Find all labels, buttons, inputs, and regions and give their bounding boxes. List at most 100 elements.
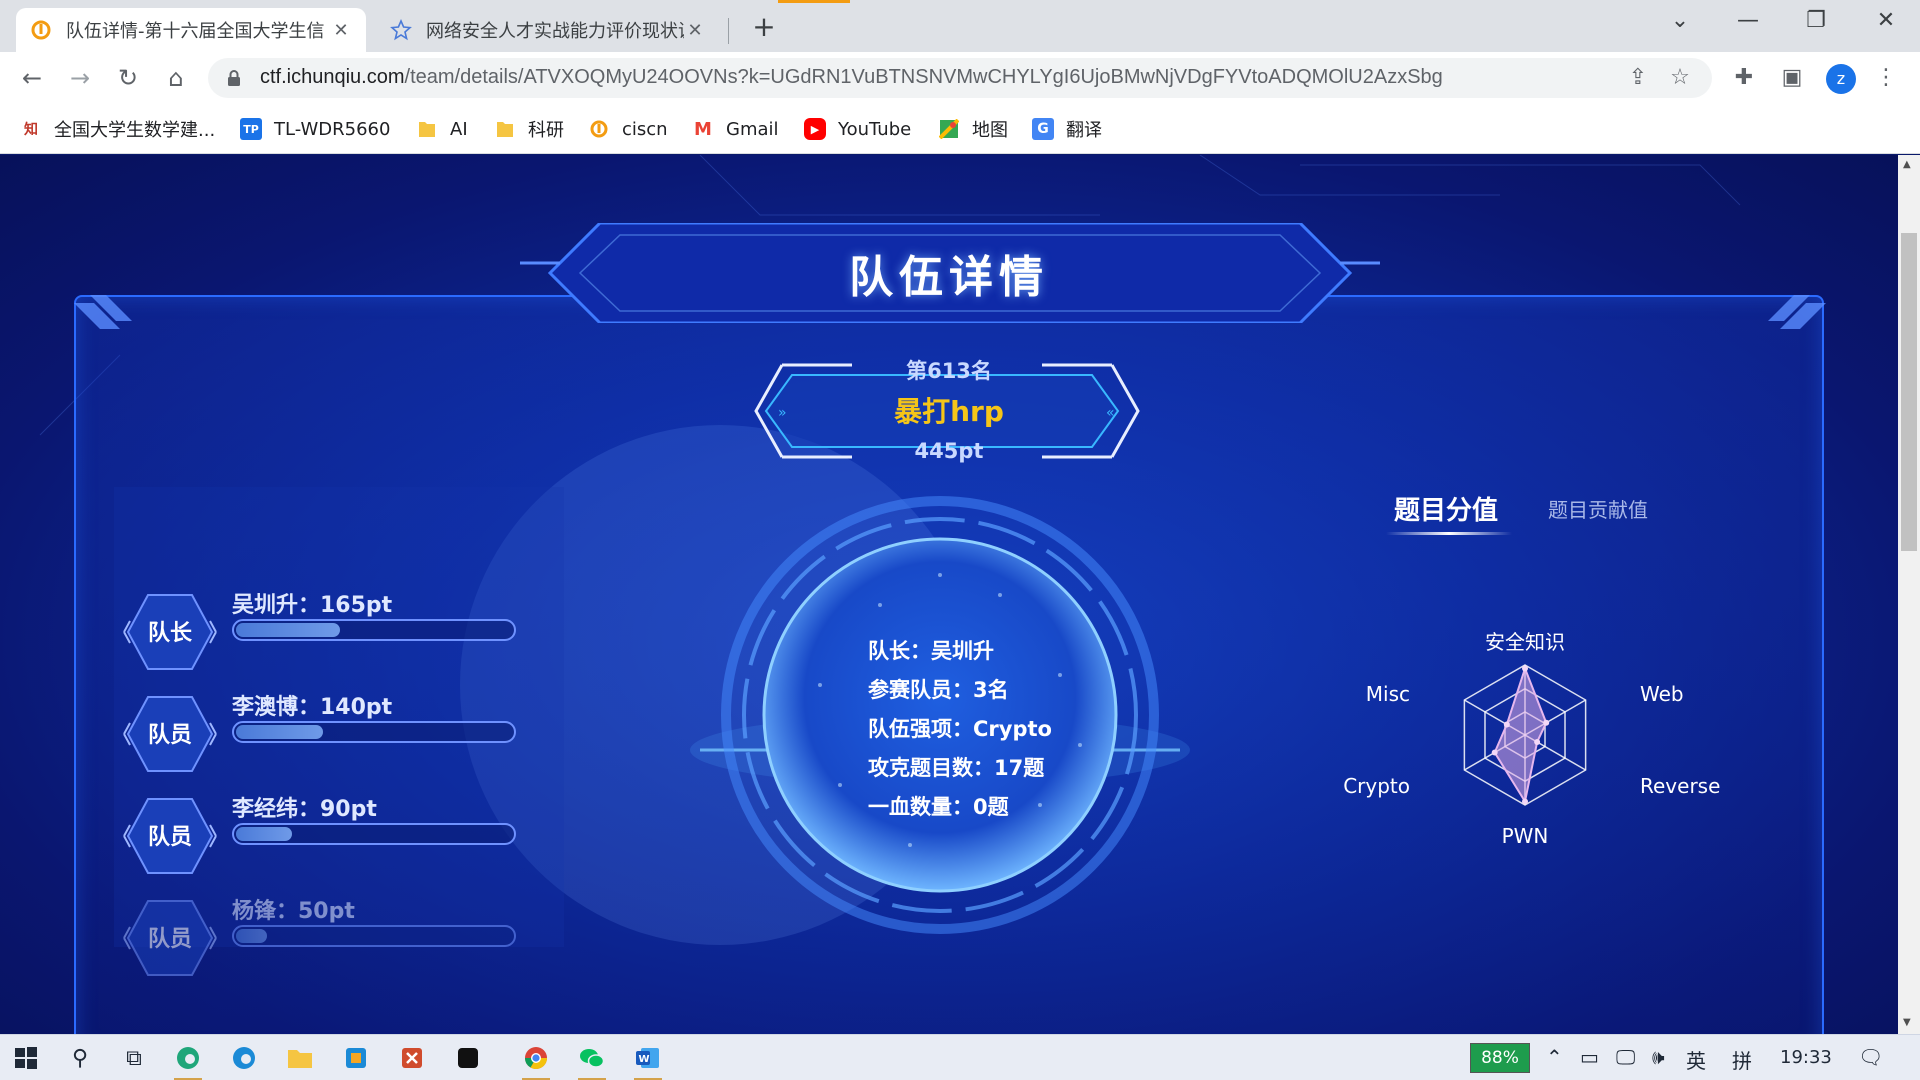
radar-axis-label: Reverse [1640,774,1720,798]
bookmark-label: TL-WDR5660 [274,118,391,140]
chevron-up-icon[interactable]: ⌃ [1546,1045,1563,1069]
bookmark-item[interactable]: 知 全国大学生数学建... [20,116,215,142]
clock[interactable]: 19:33 [1780,1047,1832,1068]
volume-icon[interactable]: 🕪 [1652,1045,1665,1069]
role-label: 队员 [147,723,192,748]
profile-avatar[interactable]: z [1826,64,1856,94]
ime-mode[interactable]: 拼 [1732,1045,1752,1074]
youtube-icon: ▶ [804,118,826,140]
radar-area [1493,665,1548,805]
battery-indicator[interactable]: 88% [1470,1043,1530,1073]
typora-icon[interactable] [450,1041,486,1075]
ichunqiu-icon [588,118,610,140]
scrollbar-thumb[interactable] [1901,233,1917,551]
member-name: 杨锋：50pt [232,899,355,924]
bookmark-item[interactable]: 地图 [938,116,1008,142]
bookmark-label: 地图 [972,120,1008,141]
notification-icon[interactable]: 🗨 [1858,1045,1883,1069]
role-badge: 队长 [120,587,220,677]
address-bar[interactable]: ctf.ichunqiu.com/team/details/ATVXOQMyU2… [208,58,1712,98]
tab-security-talent[interactable]: 网络安全人才实战能力评价现状调 ✕ [376,8,720,52]
page-scrollbar[interactable]: ▲ ▼ [1898,155,1920,1034]
role-badge: 队员 [120,689,220,779]
score-progress-bar [232,823,516,845]
tab-score-value[interactable]: 题目分值 [1394,490,1498,527]
bookmark-label: 翻译 [1066,120,1102,141]
scroll-down-icon[interactable]: ▼ [1903,1017,1911,1028]
extensions-icon[interactable]: ✚ [1730,64,1758,92]
menu-icon[interactable]: ⋮ [1872,64,1900,92]
member-name: 吴圳升：165pt [232,593,393,618]
bookmark-label: ciscn [622,118,668,140]
team-info: 队长：吴圳升 参赛队员：3名 队伍强项：Crypto 攻克题目数：17题 一血数… [868,635,1052,830]
page-title: 队伍详情 [849,252,1049,303]
bookmark-item[interactable]: ▶ YouTube [804,116,911,142]
reload-icon[interactable]: ↻ [112,62,144,94]
bookmark-item[interactable]: G 翻译 [1032,116,1102,142]
role-label: 队员 [147,825,192,850]
radar-point [1503,721,1510,728]
radar-axis-label: Web [1640,682,1684,706]
app-icon[interactable] [338,1041,374,1075]
bookmark-item[interactable]: ciscn [588,116,668,142]
side-panel-icon[interactable]: ▣ [1778,64,1806,92]
battery-icon[interactable]: ▭ [1580,1045,1599,1069]
back-icon[interactable]: ← [16,62,48,94]
member-count-info: 参赛队员：3名 [868,678,1009,702]
progress-fill [236,725,323,739]
restore-icon[interactable]: ❐ [1796,8,1836,33]
radar-axis-label: PWN [1502,824,1549,848]
bookmark-item[interactable]: 科研 [494,116,564,142]
forward-icon[interactable]: → [64,62,96,94]
tab-strip: 队伍详情-第十六届全国大学生信 ✕ 网络安全人才实战能力评价现状调 ✕ + ⌄ … [0,0,1920,52]
bookmark-label: AI [450,118,468,140]
windows-taskbar: ⚲ ⧉ W 88% ⌃ ▭ 🖵 🕪 英 拼 19:33 🗨 [0,1034,1920,1080]
bookmark-item[interactable]: TP TL-WDR5660 [240,116,390,142]
minimize-icon[interactable]: — [1728,8,1768,33]
member-row: 队员 李经纬：90pt [114,791,564,881]
radar-point [1522,665,1528,672]
edge-dev-icon[interactable] [170,1041,206,1080]
bookmark-star-icon[interactable]: ☆ [1668,66,1692,90]
scroll-up-icon[interactable]: ▲ [1903,159,1911,170]
close-icon[interactable]: ✕ [330,20,352,41]
team-rank: 第613名 [906,359,992,383]
task-view-icon[interactable]: ⧉ [116,1041,152,1075]
tab-team-details[interactable]: 队伍详情-第十六届全国大学生信 ✕ [16,8,366,52]
network-icon[interactable]: 🖵 [1616,1045,1635,1069]
zhi-icon: 知 [24,122,38,138]
svg-text:W: W [639,1054,650,1065]
role-label: 队员 [147,927,192,952]
search-icon[interactable]: ⚲ [62,1041,98,1075]
maps-icon [938,118,960,140]
ime-language[interactable]: 英 [1686,1045,1706,1074]
role-badge: 队员 [120,893,220,983]
window-close-icon[interactable]: ✕ [1866,8,1906,33]
bookmark-label: 科研 [528,120,564,141]
home-icon[interactable]: ⌂ [160,62,192,94]
tab-contribution-value[interactable]: 题目贡献值 [1548,494,1648,523]
role-label: 队长 [147,621,192,646]
member-name: 李经纬：90pt [232,797,377,822]
progress-fill [236,827,292,841]
bookmark-item[interactable]: AI [416,116,468,142]
xmind-icon[interactable] [394,1041,430,1075]
radar-point [1522,798,1528,805]
file-explorer-icon[interactable] [282,1041,318,1075]
browser-toolbar: ← → ↻ ⌂ ctf.ichunqiu.com/team/details/AT… [0,52,1920,104]
edge-icon[interactable] [226,1041,262,1075]
bookmark-item[interactable]: M Gmail [692,116,778,142]
tab-search-icon[interactable]: ⌄ [1660,8,1700,33]
wechat-icon[interactable] [574,1041,610,1080]
team-name: 暴打hrp [894,395,1004,428]
word-icon[interactable]: W [630,1041,666,1080]
active-tab-underline [1386,532,1512,535]
progress-fill [236,929,267,943]
new-tab-button[interactable]: + [748,12,780,44]
member-row: 队员 杨锋：50pt [114,893,564,983]
share-icon[interactable]: ⇪ [1626,66,1650,90]
windows-start-icon[interactable] [8,1041,44,1075]
tplink-icon: TP [240,118,262,140]
close-icon[interactable]: ✕ [684,20,706,41]
chrome-icon[interactable] [518,1041,554,1080]
